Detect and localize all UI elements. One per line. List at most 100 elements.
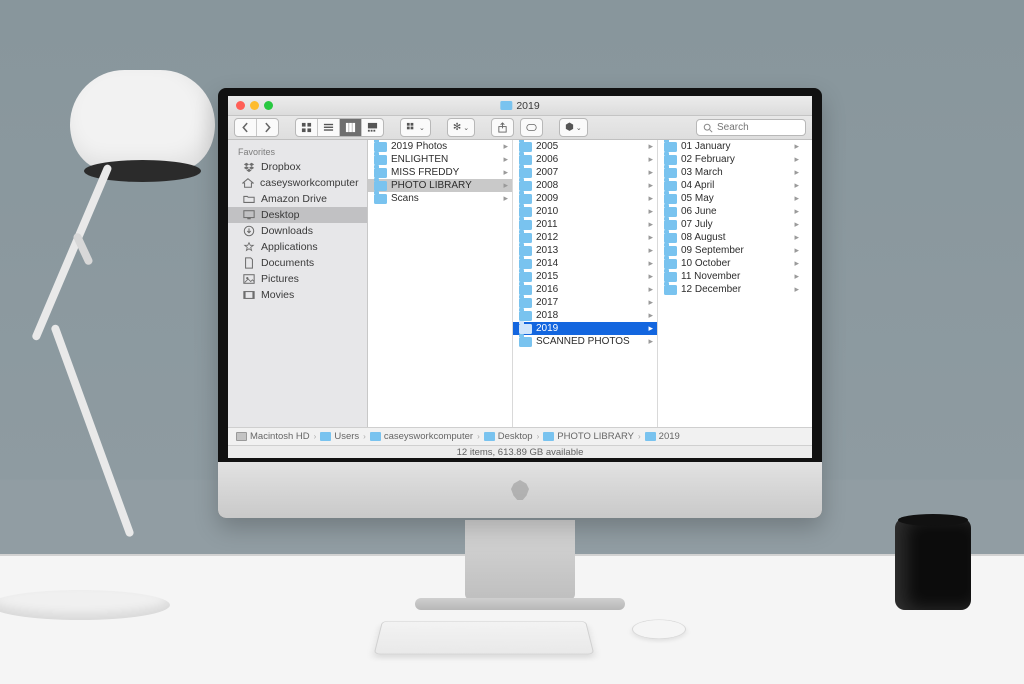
sidebar-item-downloads[interactable]: Downloads [228,223,367,239]
folder-row[interactable]: 12 December▸ [658,283,803,296]
folder-row[interactable]: 2006▸ [513,153,657,166]
view-column-button[interactable] [340,119,362,136]
folder-row[interactable]: 07 July▸ [658,218,803,231]
folder-row[interactable]: 2012▸ [513,231,657,244]
folder-label: ENLIGHTEN [391,154,448,165]
chevron-right-icon: ▸ [648,271,653,282]
path-segment[interactable]: caseysworkcomputer [370,431,473,442]
folder-row[interactable]: ENLIGHTEN ▸ [368,153,512,166]
desktop-icon [242,209,255,222]
folder-row[interactable]: 11 November▸ [658,270,803,283]
search-input[interactable] [717,122,797,133]
tags-button[interactable] [521,119,542,136]
folder-row[interactable]: 2017 ▸ [513,296,657,309]
folder-label: 2017 [536,297,558,308]
keyboard [374,621,595,654]
folder-row[interactable]: Scans▸ [368,192,512,205]
path-segment[interactable]: Macintosh HD [236,431,310,442]
sidebar-item-caseysworkcomputer[interactable]: caseysworkcomputer [228,175,367,191]
share-button[interactable] [492,119,513,136]
folder-row[interactable]: 04 April▸ [658,179,803,192]
folder-label: 2019 Photos [391,141,447,152]
folder-icon [242,193,255,206]
view-icon-button[interactable] [296,119,318,136]
folder-label: 2005 [536,141,558,152]
folder-row[interactable]: 01 January▸ [658,140,803,153]
path-bar[interactable]: Macintosh HD›Users›caseysworkcomputer›De… [228,427,812,445]
folder-row[interactable]: 02 February▸ [658,153,803,166]
folder-icon [374,142,387,152]
sidebar-item-dropbox[interactable]: Dropbox [228,159,367,175]
minimize-button[interactable] [250,101,259,110]
action-button[interactable]: ✻⌄ [448,119,474,136]
sidebar-item-pictures[interactable]: Pictures [228,271,367,287]
back-button[interactable] [235,119,257,136]
search-field[interactable] [696,119,806,136]
folder-row[interactable]: SCANNED PHOTOS▸ [513,335,657,348]
folder-row[interactable]: PHOTO LIBRARY ▸ [368,179,512,192]
path-segment[interactable]: Users [320,431,359,442]
chevron-right-icon: ▸ [794,232,799,243]
folder-row[interactable]: 2015▸ [513,270,657,283]
folder-row[interactable]: 2007▸ [513,166,657,179]
folder-row[interactable]: 2009▸ [513,192,657,205]
chevron-right-icon: ▸ [794,167,799,178]
sidebar-item-label: Pictures [261,273,299,285]
folder-icon [664,181,677,191]
sidebar-item-desktop[interactable]: Desktop [228,207,367,223]
folder-row[interactable]: 06 June▸ [658,205,803,218]
folder-icon [374,168,387,178]
folder-label: Scans [391,193,419,204]
folder-row[interactable]: 2018▸ [513,309,657,322]
folder-icon [519,168,532,178]
chevron-right-icon: ▸ [794,154,799,165]
folder-icon [664,168,677,178]
folder-row[interactable]: 2011▸ [513,218,657,231]
sidebar-header: Favorites [228,144,367,159]
folder-row[interactable]: 09 September▸ [658,244,803,257]
folder-row[interactable]: 2016▸ [513,283,657,296]
chevron-right-icon: ▸ [648,245,653,256]
folder-icon [374,194,387,204]
sidebar-item-label: Applications [261,241,318,253]
sidebar-item-applications[interactable]: Applications [228,239,367,255]
applications-icon [242,241,255,254]
sidebar-item-movies[interactable]: Movies [228,287,367,303]
chevron-right-icon: ▸ [648,297,653,308]
folder-row[interactable]: 2014▸ [513,257,657,270]
folder-row[interactable]: MISS FREDDY▸ [368,166,512,179]
folder-label: 2014 [536,258,558,269]
folder-label: 2018 [536,310,558,321]
folder-row[interactable]: 2010▸ [513,205,657,218]
folder-label: 2016 [536,284,558,295]
path-segment[interactable]: 2019 [645,431,680,442]
folder-icon [664,259,677,269]
folder-row[interactable]: 2013▸ [513,244,657,257]
desk-scene: 2019 ⌄ [0,0,1024,684]
view-list-button[interactable] [318,119,340,136]
folder-row[interactable]: 2019 Photos▸ [368,140,512,153]
folder-row[interactable]: 2005▸ [513,140,657,153]
folder-row[interactable]: 2019▸ [513,322,657,335]
desk-lamp [10,70,210,600]
close-button[interactable] [236,101,245,110]
folder-row[interactable]: 03 March▸ [658,166,803,179]
view-gallery-button[interactable] [362,119,383,136]
path-segment[interactable]: Desktop [484,431,533,442]
arrange-button[interactable]: ⌄ [401,119,430,136]
folder-row[interactable]: 2008▸ [513,179,657,192]
path-segment[interactable]: PHOTO LIBRARY [543,431,634,442]
folder-row[interactable]: 08 August▸ [658,231,803,244]
folder-row[interactable]: 10 October▸ [658,257,803,270]
path-label: Desktop [498,431,533,442]
dropbox-button[interactable]: ⬢⌄ [560,119,587,136]
downloads-icon [242,225,255,238]
forward-button[interactable] [257,119,278,136]
sidebar-item-amazon-drive[interactable]: Amazon Drive [228,191,367,207]
maximize-button[interactable] [264,101,273,110]
chevron-right-icon: ▸ [503,180,508,191]
folder-row[interactable]: 05 May▸ [658,192,803,205]
sidebar-item-documents[interactable]: Documents [228,255,367,271]
chevron-right-icon: ▸ [503,154,508,165]
folder-label: PHOTO LIBRARY [391,180,472,191]
